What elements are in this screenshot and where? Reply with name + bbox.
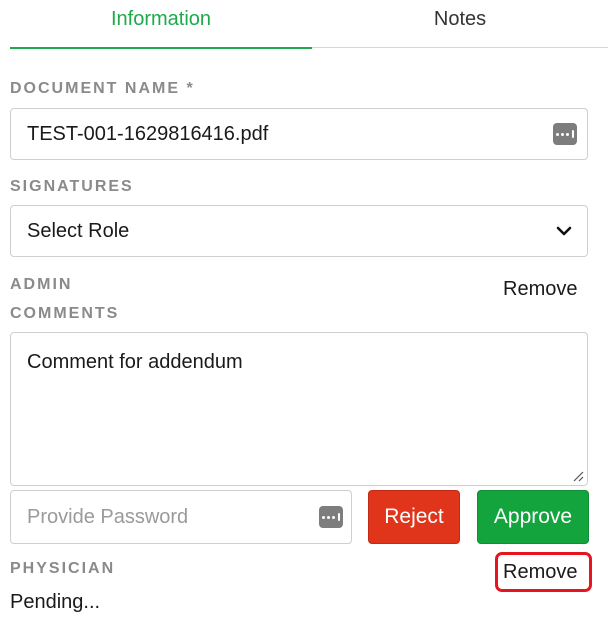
tab-notes[interactable]: Notes: [312, 0, 608, 48]
approve-button[interactable]: Approve: [477, 490, 589, 544]
signatures-label: SIGNATURES: [10, 178, 134, 195]
signature-role-select[interactable]: Select Role: [10, 205, 588, 257]
required-mark: *: [186, 80, 195, 97]
document-name-label-text: DOCUMENT NAME: [10, 80, 180, 97]
document-review-panel: Information Notes DOCUMENT NAME * TEST-0…: [0, 0, 608, 620]
tab-bar: Information Notes: [10, 0, 608, 49]
resize-grip-icon[interactable]: [572, 470, 584, 482]
admin-comment-text: Comment for addendum: [27, 351, 243, 373]
admin-label: ADMIN: [10, 276, 73, 293]
chevron-down-icon: [556, 226, 572, 236]
reject-button[interactable]: Reject: [368, 490, 460, 544]
more-dots-icon[interactable]: [553, 123, 577, 145]
comments-label: COMMENTS: [10, 305, 120, 322]
admin-comment-textarea[interactable]: Comment for addendum: [10, 332, 588, 486]
password-field[interactable]: [10, 490, 352, 544]
password-input[interactable]: [12, 492, 308, 542]
document-name-field[interactable]: TEST-001-1629816416.pdf: [10, 108, 588, 160]
document-name-label: DOCUMENT NAME *: [10, 80, 195, 98]
physician-status: Pending...: [10, 591, 101, 613]
physician-label: PHYSICIAN: [10, 560, 116, 577]
tab-information[interactable]: Information: [10, 0, 312, 49]
document-name-value: TEST-001-1629816416.pdf: [27, 123, 269, 145]
more-dots-icon[interactable]: [319, 506, 343, 528]
signature-role-selected: Select Role: [27, 220, 130, 242]
physician-remove-link[interactable]: Remove: [503, 561, 577, 584]
admin-remove-link[interactable]: Remove: [503, 278, 577, 301]
